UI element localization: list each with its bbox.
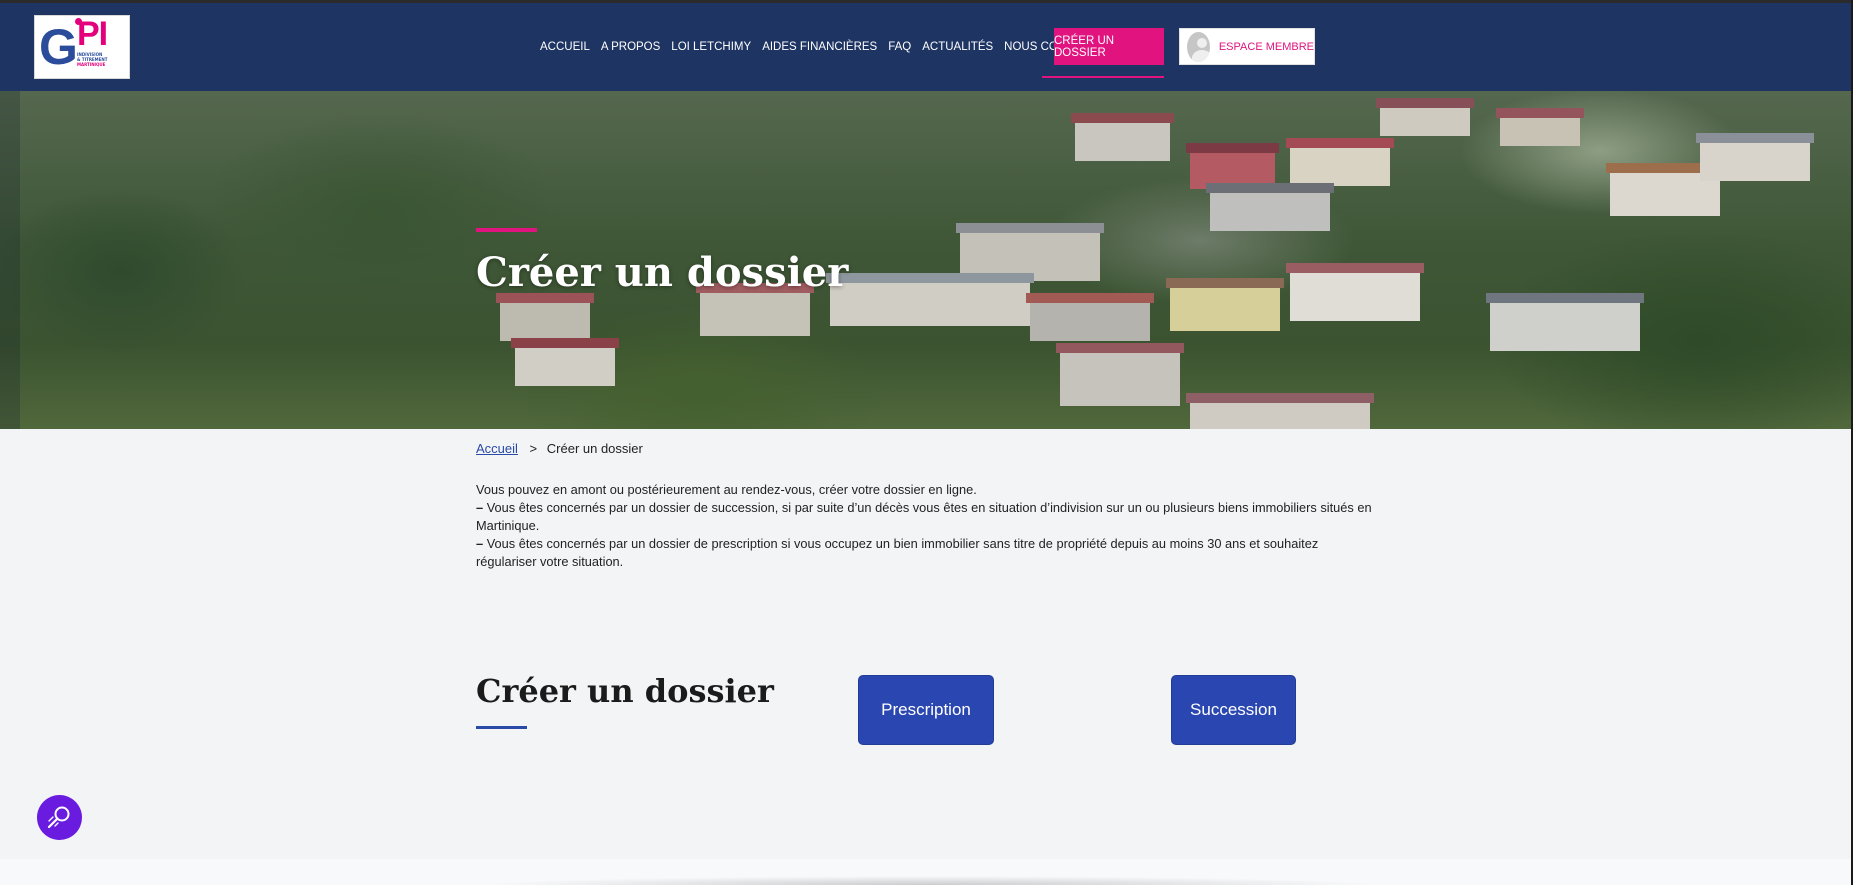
- create-dossier-nav-button[interactable]: CRÉER UN DOSSIER: [1054, 28, 1164, 65]
- section-title: Créer un dossier: [476, 672, 774, 710]
- prescription-button[interactable]: Prescription: [858, 675, 994, 745]
- nav-item-accueil[interactable]: ACCUEIL: [540, 41, 590, 53]
- hero-banner: Créer un dossier: [0, 91, 1853, 429]
- hero-house: [1166, 278, 1284, 331]
- breadcrumb-separator: >: [529, 441, 538, 456]
- intro-line-2: – Vous êtes concernés par un dossier de …: [476, 499, 1376, 535]
- hero-house: [1486, 293, 1644, 351]
- intro-line-3-text: Vous êtes concernés par un dossier de pr…: [476, 536, 1319, 569]
- main-nav: ACCUEIL A PROPOS LOI LETCHIMY AIDES FINA…: [540, 3, 1122, 91]
- breadcrumb: Accueil > Créer un dossier: [476, 441, 643, 456]
- site-header: G PI Indivision & Titrement Martinique A…: [0, 3, 1853, 91]
- hero-house: [1376, 98, 1474, 136]
- site-logo[interactable]: G PI Indivision & Titrement Martinique: [34, 15, 130, 79]
- breadcrumb-home-link[interactable]: Accueil: [476, 441, 518, 456]
- footer-card-shadow: [480, 876, 1380, 885]
- member-area-button[interactable]: ESPACE MEMBRE: [1179, 28, 1315, 65]
- hero-house: [1056, 343, 1184, 406]
- hero-house: [826, 273, 1034, 326]
- hero-title: Créer un dossier: [476, 249, 849, 296]
- hero-house: [1496, 108, 1584, 146]
- logo-letters-pi: PI: [77, 15, 108, 53]
- intro-dash-1: –: [476, 500, 484, 515]
- logo-sub-line-3: Martinique: [77, 62, 106, 67]
- intro-line-2-text: Vous êtes concernés par un dossier de su…: [476, 500, 1372, 533]
- hero-house: [496, 293, 594, 341]
- hero-house: [1286, 138, 1394, 186]
- accessibility-button[interactable]: [37, 795, 82, 840]
- nav-item-loi-letchimy[interactable]: LOI LETCHIMY: [671, 41, 751, 53]
- user-avatar-icon: [1187, 31, 1210, 62]
- intro-line-1: Vous pouvez en amont ou postérieurement …: [476, 482, 977, 497]
- section-title-underline: [476, 726, 527, 729]
- intro-line-3: – Vous êtes concernés par un dossier de …: [476, 535, 1376, 571]
- hero-house: [511, 338, 619, 386]
- nav-item-actualites[interactable]: ACTUALITÉS: [922, 41, 993, 53]
- intro-text: Vous pouvez en amont ou postérieurement …: [476, 481, 1376, 571]
- hero-house: [696, 283, 814, 336]
- hero-left-shade: [0, 91, 20, 429]
- logo-subtitle: Indivision & Titrement Martinique: [77, 52, 127, 67]
- hero-house: [1286, 263, 1424, 321]
- logo-letter-g: G: [39, 19, 78, 75]
- member-area-label: ESPACE MEMBRE: [1218, 40, 1314, 53]
- nav-item-a-propos[interactable]: A PROPOS: [601, 41, 660, 53]
- hero-house: [1206, 183, 1334, 231]
- intro-dash-2: –: [476, 536, 484, 551]
- hero-house: [1026, 293, 1154, 341]
- hero-house: [1186, 393, 1374, 429]
- succession-button[interactable]: Succession: [1171, 675, 1296, 745]
- nav-item-faq[interactable]: FAQ: [888, 41, 911, 53]
- hero-house: [1696, 133, 1814, 181]
- hero-house: [1071, 113, 1174, 161]
- breadcrumb-current: Créer un dossier: [546, 441, 643, 456]
- accessibility-magnifier-icon: [47, 806, 70, 829]
- nav-item-aides-financieres[interactable]: AIDES FINANCIÈRES: [762, 41, 877, 53]
- active-nav-indicator: [1042, 76, 1164, 78]
- hero-title-accent-bar: [476, 228, 537, 232]
